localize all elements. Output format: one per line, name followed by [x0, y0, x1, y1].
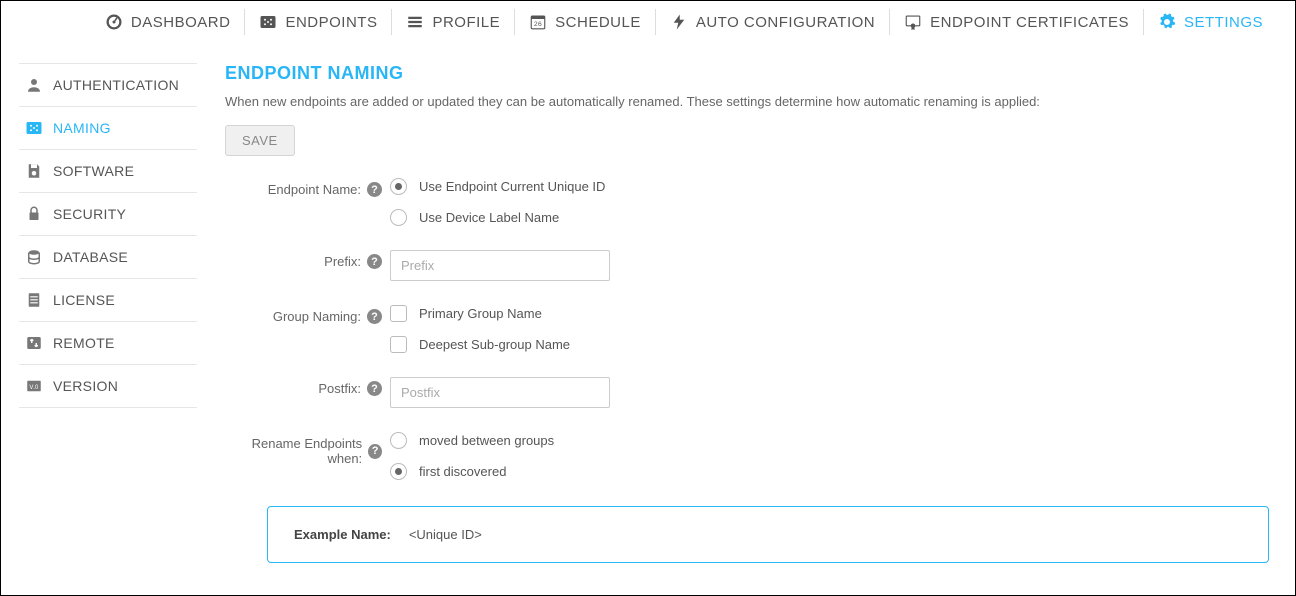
- main-area: AUTHENTICATION NAMING SOFTWARE SECURITY …: [1, 45, 1295, 591]
- label-endpoint-name: Endpoint Name: ?: [225, 178, 390, 197]
- nav-label: ENDPOINTS: [285, 14, 377, 31]
- document-lines-icon: [25, 291, 43, 309]
- checkbox-input[interactable]: [390, 305, 407, 322]
- bolt-icon: [670, 13, 688, 31]
- row-prefix: Prefix: ?: [225, 250, 1269, 281]
- sidebar-item-version[interactable]: V.0 VERSION: [19, 365, 197, 408]
- page-title: ENDPOINT NAMING: [225, 63, 1269, 84]
- row-postfix: Postfix: ?: [225, 377, 1269, 408]
- nav-endpoints[interactable]: ENDPOINTS: [244, 9, 391, 35]
- gauge-icon: [105, 13, 123, 31]
- svg-text:V.0: V.0: [29, 385, 39, 391]
- list-icon: [406, 13, 424, 31]
- sidebar-item-label: LICENSE: [53, 292, 115, 308]
- sidebar-item-database[interactable]: DATABASE: [19, 236, 197, 279]
- example-name-box: Example Name: <Unique ID>: [267, 506, 1269, 563]
- prefix-controls: [390, 250, 1269, 281]
- sidebar-item-naming[interactable]: NAMING: [19, 107, 197, 150]
- label-rename-when: Rename Endpoints when: ?: [225, 432, 390, 466]
- label-postfix: Postfix: ?: [225, 377, 390, 396]
- grid-dots-icon: [25, 119, 43, 137]
- database-icon: [25, 248, 43, 266]
- sidebar-item-authentication[interactable]: AUTHENTICATION: [19, 63, 197, 107]
- radio-first-discovered[interactable]: first discovered: [390, 463, 1269, 480]
- help-icon[interactable]: ?: [367, 309, 382, 324]
- help-icon[interactable]: ?: [367, 381, 382, 396]
- sidebar-item-label: AUTHENTICATION: [53, 77, 179, 93]
- nav-profile[interactable]: PROFILE: [391, 9, 514, 35]
- example-value: <Unique ID>: [409, 527, 482, 542]
- content-panel: ENDPOINT NAMING When new endpoints are a…: [225, 63, 1277, 573]
- checkbox-label: Deepest Sub-group Name: [419, 337, 570, 352]
- sidebar-item-license[interactable]: LICENSE: [19, 279, 197, 322]
- sidebar-item-label: REMOTE: [53, 335, 115, 351]
- nav-label: SCHEDULE: [555, 14, 641, 31]
- gear-icon: [1158, 13, 1176, 31]
- label-prefix: Prefix: ?: [225, 250, 390, 269]
- check-primary-group[interactable]: Primary Group Name: [390, 305, 1269, 322]
- nav-label: PROFILE: [432, 14, 500, 31]
- radio-use-device-label[interactable]: Use Device Label Name: [390, 209, 1269, 226]
- arrows-icon: [25, 334, 43, 352]
- help-icon[interactable]: ?: [368, 444, 382, 459]
- radio-input[interactable]: [390, 209, 407, 226]
- sidebar-item-label: SOFTWARE: [53, 163, 134, 179]
- sidebar-item-remote[interactable]: REMOTE: [19, 322, 197, 365]
- radio-use-unique-id[interactable]: Use Endpoint Current Unique ID: [390, 178, 1269, 195]
- nav-label: SETTINGS: [1184, 14, 1263, 31]
- checkbox-input[interactable]: [390, 336, 407, 353]
- settings-sidebar: AUTHENTICATION NAMING SOFTWARE SECURITY …: [19, 63, 197, 573]
- sidebar-item-label: DATABASE: [53, 249, 128, 265]
- group-naming-options: Primary Group Name Deepest Sub-group Nam…: [390, 305, 1269, 353]
- calendar-icon: 26: [529, 13, 547, 31]
- check-deepest-subgroup[interactable]: Deepest Sub-group Name: [390, 336, 1269, 353]
- radio-moved-between-groups[interactable]: moved between groups: [390, 432, 1269, 449]
- postfix-input[interactable]: [390, 377, 610, 408]
- postfix-controls: [390, 377, 1269, 408]
- help-icon[interactable]: ?: [367, 182, 382, 197]
- grid-dots-icon: [259, 13, 277, 31]
- row-rename-when: Rename Endpoints when: ? moved between g…: [225, 432, 1269, 480]
- radio-input[interactable]: [390, 463, 407, 480]
- sidebar-item-label: VERSION: [53, 378, 118, 394]
- nav-schedule[interactable]: 26 SCHEDULE: [514, 9, 655, 35]
- radio-input[interactable]: [390, 178, 407, 195]
- label-group-naming: Group Naming: ?: [225, 305, 390, 324]
- floppy-icon: [25, 162, 43, 180]
- sidebar-item-software[interactable]: SOFTWARE: [19, 150, 197, 193]
- svg-text:26: 26: [534, 21, 542, 28]
- radio-label: moved between groups: [419, 433, 554, 448]
- nav-label: ENDPOINT CERTIFICATES: [930, 14, 1129, 31]
- certificate-icon: [904, 13, 922, 31]
- nav-endpoint-certificates[interactable]: ENDPOINT CERTIFICATES: [889, 9, 1143, 35]
- rename-when-options: moved between groups first discovered: [390, 432, 1269, 480]
- radio-label: Use Endpoint Current Unique ID: [419, 179, 605, 194]
- nav-settings[interactable]: SETTINGS: [1143, 9, 1277, 35]
- radio-label: Use Device Label Name: [419, 210, 559, 225]
- nav-dashboard[interactable]: DASHBOARD: [91, 9, 245, 35]
- page-description: When new endpoints are added or updated …: [225, 94, 1269, 109]
- prefix-input[interactable]: [390, 250, 610, 281]
- example-label: Example Name:: [294, 527, 391, 542]
- endpoint-name-options: Use Endpoint Current Unique ID Use Devic…: [390, 178, 1269, 226]
- nav-label: AUTO CONFIGURATION: [696, 14, 875, 31]
- lock-icon: [25, 205, 43, 223]
- version-icon: V.0: [25, 377, 43, 395]
- row-endpoint-name: Endpoint Name: ? Use Endpoint Current Un…: [225, 178, 1269, 226]
- sidebar-item-label: NAMING: [53, 120, 111, 136]
- radio-label: first discovered: [419, 464, 506, 479]
- person-icon: [25, 76, 43, 94]
- help-icon[interactable]: ?: [367, 254, 382, 269]
- nav-auto-config[interactable]: AUTO CONFIGURATION: [655, 9, 889, 35]
- sidebar-item-security[interactable]: SECURITY: [19, 193, 197, 236]
- radio-input[interactable]: [390, 432, 407, 449]
- nav-label: DASHBOARD: [131, 14, 231, 31]
- row-group-naming: Group Naming: ? Primary Group Name Deepe…: [225, 305, 1269, 353]
- checkbox-label: Primary Group Name: [419, 306, 542, 321]
- sidebar-item-label: SECURITY: [53, 206, 126, 222]
- save-button[interactable]: SAVE: [225, 125, 295, 156]
- top-nav: DASHBOARD ENDPOINTS PROFILE 26 SCHEDULE …: [1, 1, 1295, 45]
